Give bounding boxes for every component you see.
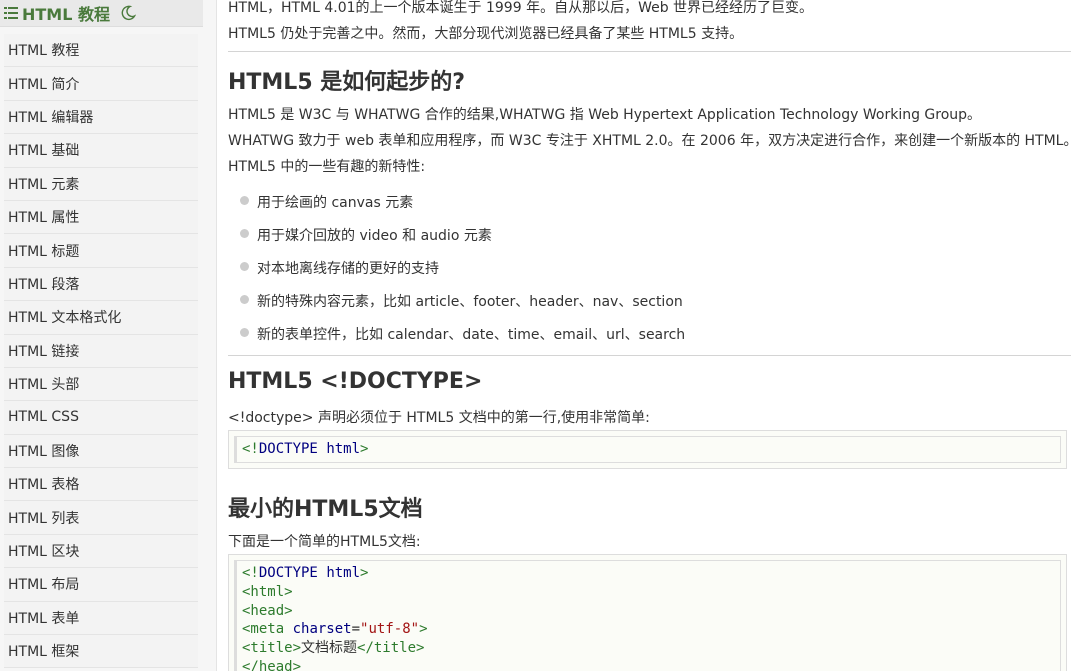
sidebar-item[interactable]: HTML 框架	[4, 635, 198, 669]
code-line: <head>	[242, 602, 293, 619]
sidebar-item[interactable]: HTML 简介	[4, 67, 198, 101]
code-line: <html>	[242, 583, 293, 600]
list-menu-icon[interactable]	[4, 6, 18, 20]
section-heading-doctype: HTML5 <!DOCTYPE>	[228, 369, 483, 394]
list-item: 用于绘画的 canvas 元素	[240, 192, 413, 212]
bullet-icon	[240, 196, 249, 205]
sidebar-item[interactable]: HTML 标题	[4, 234, 198, 268]
code-block-minimal[interactable]: <!DOCTYPE html> <html> <head> <meta char…	[228, 554, 1067, 671]
sidebar-item[interactable]: HTML 表单	[4, 602, 198, 636]
divider	[228, 51, 1071, 52]
sidebar-item[interactable]: HTML 链接	[4, 335, 198, 368]
code-content: <!DOCTYPE html>	[234, 436, 1061, 463]
origin-paragraph: WHATWG 致力于 web 表单和应用程序，而 W3C 专注于 XHTML 2…	[228, 133, 1078, 149]
main-content: HTML，HTML 4.01的上一个版本诞生于 1999 年。自从那以后，Web…	[216, 0, 1080, 671]
list-item: 用于媒介回放的 video 和 audio 元素	[240, 225, 492, 245]
code-line: </head>	[242, 658, 302, 671]
bullet-icon	[240, 262, 249, 271]
divider	[228, 355, 1071, 356]
sidebar-item[interactable]: HTML 教程	[4, 34, 198, 68]
sidebar-item[interactable]: HTML CSS	[4, 401, 198, 435]
sidebar-item[interactable]: HTML 头部	[4, 368, 198, 402]
list-item: 新的特殊内容元素，比如 article、footer、header、nav、se…	[240, 291, 683, 311]
code-line: <title>文档标题</title>	[242, 640, 425, 657]
minimal-paragraph: 下面是一个简单的HTML5文档:	[228, 534, 421, 550]
bullet-icon	[240, 328, 249, 337]
sidebar-item[interactable]: HTML 段落	[4, 268, 198, 302]
code-line: <!DOCTYPE html>	[242, 565, 369, 581]
sidebar-item[interactable]: HTML 区块	[4, 535, 198, 569]
sidebar-item[interactable]: HTML 元素	[4, 168, 198, 201]
bullet-icon	[240, 229, 249, 238]
sidebar-nav: HTML 教程 HTML 简介 HTML 编辑器 HTML 基础 HTML 元素…	[4, 34, 198, 669]
section-heading-minimal: 最小的HTML5文档	[228, 497, 423, 522]
sidebar-item[interactable]: HTML 编辑器	[4, 101, 198, 135]
intro-paragraph: HTML5 仍处于完善之中。然而，大部分现代浏览器已经具备了某些 HTML5 支…	[228, 26, 744, 42]
origin-paragraph: HTML5 是 W3C 与 WHATWG 合作的结果,WHATWG 指 Web …	[228, 107, 982, 123]
bullet-icon	[240, 295, 249, 304]
moon-icon[interactable]	[120, 4, 138, 22]
sidebar: HTML 教程 HTML 教程 HTML 简介 HTML 编辑器 HTML 基础…	[0, 0, 203, 671]
sidebar-header: HTML 教程	[0, 0, 203, 27]
code-content: <!DOCTYPE html> <html> <head> <meta char…	[234, 560, 1061, 671]
list-item: 新的表单控件，比如 calendar、date、time、email、url、s…	[240, 324, 685, 344]
doctype-paragraph: <!doctype> 声明必须位于 HTML5 文档中的第一行,使用非常简单:	[228, 410, 650, 426]
sidebar-item[interactable]: HTML 文本格式化	[4, 301, 198, 335]
code-line: <meta charset="utf-8">	[242, 621, 428, 638]
sidebar-item[interactable]: HTML 基础	[4, 134, 198, 168]
sidebar-item[interactable]: HTML 属性	[4, 201, 198, 235]
sidebar-item[interactable]: HTML 图像	[4, 435, 198, 469]
sidebar-item[interactable]: HTML 列表	[4, 501, 198, 535]
origin-paragraph: HTML5 中的一些有趣的新特性:	[228, 159, 426, 175]
list-item: 对本地离线存储的更好的支持	[240, 258, 439, 278]
sidebar-item[interactable]: HTML 表格	[4, 468, 198, 502]
sidebar-item[interactable]: HTML 布局	[4, 568, 198, 602]
code-block-doctype[interactable]: <!DOCTYPE html>	[228, 430, 1067, 469]
section-heading-origin: HTML5 是如何起步的?	[228, 70, 466, 95]
sidebar-title: HTML 教程	[22, 5, 110, 24]
intro-paragraph: HTML，HTML 4.01的上一个版本诞生于 1999 年。自从那以后，Web…	[228, 0, 814, 16]
